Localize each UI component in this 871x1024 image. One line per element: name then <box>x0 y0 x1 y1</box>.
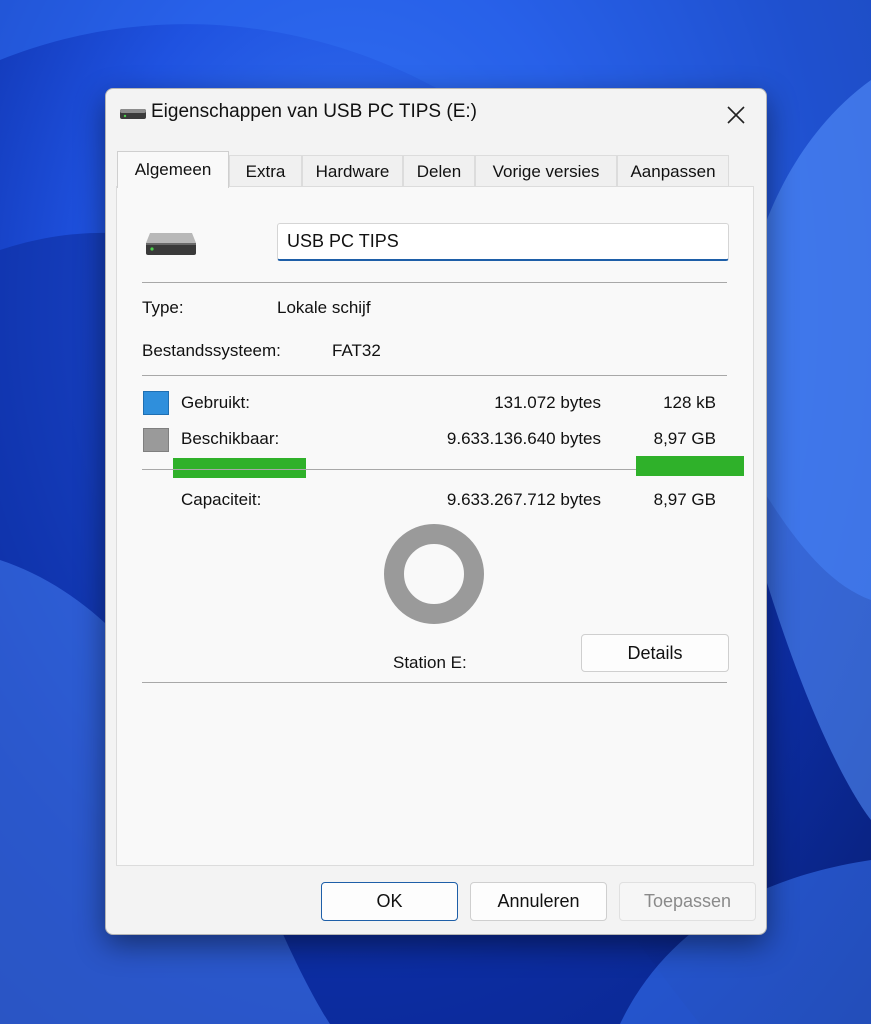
title-bar: Eigenschappen van USB PC TIPS (E:) <box>106 89 766 141</box>
window-title: Eigenschappen van USB PC TIPS (E:) <box>151 101 477 122</box>
tab-extra[interactable]: Extra <box>229 155 302 187</box>
free-bytes: 9.633.136.640 bytes <box>446 429 601 448</box>
disk-usage-donut <box>384 524 484 624</box>
tab-algemeen[interactable]: Algemeen <box>117 151 229 188</box>
divider <box>142 682 727 683</box>
filesystem-label: Bestandssysteem: <box>142 341 281 360</box>
filesystem-value: FAT32 <box>332 341 381 360</box>
properties-dialog: Eigenschappen van USB PC TIPS (E:) Algem… <box>105 88 767 935</box>
tab-vorige-versies[interactable]: Vorige versies <box>475 155 617 187</box>
tab-strip: Algemeen Extra Hardware Delen Vorige ver… <box>116 151 756 188</box>
drive-icon <box>120 109 146 119</box>
used-bytes: 131.072 bytes <box>494 393 601 412</box>
tab-delen[interactable]: Delen <box>403 155 475 187</box>
highlight-mark <box>636 456 744 476</box>
capacity-label: Capaciteit: <box>181 490 262 509</box>
station-label: Station E: <box>393 653 467 672</box>
tab-hardware[interactable]: Hardware <box>302 155 403 187</box>
divider <box>142 282 727 283</box>
free-size: 8,97 GB <box>653 429 716 448</box>
apply-button: Toepassen <box>619 882 756 921</box>
tab-aanpassen[interactable]: Aanpassen <box>617 155 729 187</box>
capacity-bytes: 9.633.267.712 bytes <box>446 490 601 509</box>
free-color-swatch <box>143 428 169 452</box>
free-label: Beschikbaar: <box>181 429 280 448</box>
used-label: Gebruikt: <box>181 393 250 412</box>
details-button[interactable]: Details <box>581 634 729 672</box>
highlight-mark <box>173 458 306 478</box>
drive-large-icon <box>146 233 196 255</box>
close-button[interactable] <box>716 97 756 133</box>
close-icon <box>727 106 745 124</box>
type-value: Lokale schijf <box>277 298 371 317</box>
used-color-swatch <box>143 391 169 415</box>
type-label: Type: <box>142 298 184 317</box>
capacity-size: 8,97 GB <box>653 490 716 509</box>
cancel-button[interactable]: Annuleren <box>470 882 607 921</box>
ok-button[interactable]: OK <box>321 882 458 921</box>
used-size: 128 kB <box>663 393 716 412</box>
donut-free-ring <box>384 524 484 624</box>
drive-name-input[interactable] <box>277 223 729 261</box>
divider <box>142 375 727 376</box>
